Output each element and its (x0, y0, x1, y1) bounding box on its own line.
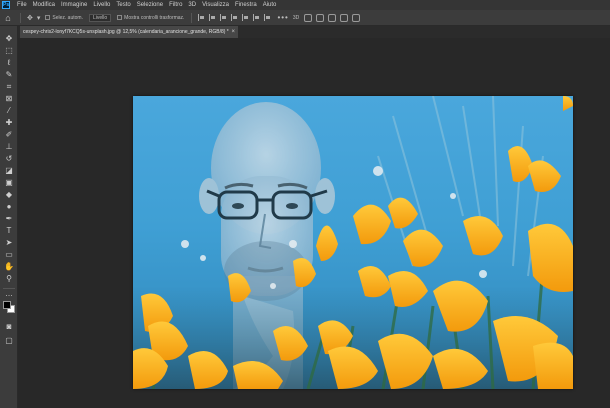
auto-select-label: Selez. autom. (52, 14, 83, 21)
dodge-tool-icon[interactable]: ● (3, 202, 15, 212)
divider (191, 12, 193, 23)
foreground-color-swatch[interactable] (3, 301, 11, 309)
marquee-tool-icon[interactable]: ⬚ (3, 46, 15, 56)
home-icon[interactable]: ⌂ (0, 10, 16, 26)
menu-filtro[interactable]: Filtro (166, 2, 185, 8)
screen-mode-icon[interactable]: ▢ (3, 336, 15, 346)
history-brush-tool-icon[interactable]: ↺ (3, 154, 15, 164)
brush-tool-icon[interactable]: ✐ (3, 130, 15, 140)
slide-3d-icon[interactable] (340, 13, 349, 22)
distribute-icon[interactable] (264, 14, 271, 21)
menu-3d[interactable]: 3D (185, 2, 199, 8)
align-bottom-icon[interactable] (253, 14, 260, 21)
menu-finestra[interactable]: Finestra (232, 2, 260, 8)
double-exposure-photo[interactable] (133, 96, 573, 389)
menu-aiuto[interactable]: Aiuto (260, 2, 280, 8)
quick-select-tool-icon[interactable]: ✎ (3, 70, 15, 80)
quick-mask-icon[interactable]: ◙ (3, 322, 15, 332)
align-left-icon[interactable] (198, 14, 205, 21)
move-tool-preset-icon[interactable]: ✥ (27, 14, 33, 22)
more-options-button[interactable]: ••• (277, 13, 288, 22)
align-center-horizontal-icon[interactable] (209, 14, 216, 21)
show-transform-label: Mostra controlli trasformaz. (124, 14, 185, 21)
hand-tool-icon[interactable]: ✋ (3, 262, 15, 272)
menu-modifica[interactable]: Modifica (30, 2, 58, 8)
crop-tool-icon[interactable]: ⌗ (3, 82, 15, 92)
chevron-down-icon[interactable]: ▾ (37, 14, 41, 22)
shape-tool-icon[interactable]: ▭ (3, 250, 15, 260)
clone-stamp-tool-icon[interactable]: ⊥ (3, 142, 15, 152)
document-tab-bar: cespey-chris2-lonyf7KCQ5s-unsplash.jpg @… (18, 26, 610, 38)
menu-immagine[interactable]: Immagine (58, 2, 90, 8)
align-buttons-group (196, 14, 273, 21)
3d-mode-label: 3D (292, 14, 300, 21)
path-select-tool-icon[interactable]: ➤ (3, 238, 15, 248)
canvas-workspace[interactable] (18, 38, 610, 408)
move-tool-icon[interactable]: ✥ (3, 34, 15, 44)
scale-3d-icon[interactable] (352, 13, 361, 22)
roll-3d-icon[interactable] (316, 13, 325, 22)
auto-select-checkbox[interactable] (45, 15, 51, 20)
eyedropper-tool-icon[interactable]: ⁄ (3, 106, 15, 116)
align-right-icon[interactable] (220, 14, 227, 21)
healing-brush-tool-icon[interactable]: ✚ (3, 118, 15, 128)
divider (20, 12, 21, 23)
document-tab-title: cespey-chris2-lonyf7KCQ5s-unsplash.jpg @… (23, 29, 229, 35)
menu-selezione[interactable]: Selezione (134, 2, 166, 8)
show-transform-checkbox[interactable] (117, 15, 123, 20)
menu-visualizza[interactable]: Visualizza (199, 2, 232, 8)
orbit-3d-icon[interactable] (304, 13, 313, 22)
gradient-tool-icon[interactable]: ▣ (3, 178, 15, 188)
menu-file[interactable]: File (14, 2, 30, 8)
zoom-tool-icon[interactable]: ⚲ (3, 274, 15, 284)
menu-livello[interactable]: Livello (90, 2, 113, 8)
pan-3d-icon[interactable] (328, 13, 337, 22)
align-top-icon[interactable] (231, 14, 238, 21)
document-tab[interactable]: cespey-chris2-lonyf7KCQ5s-unsplash.jpg @… (20, 26, 238, 38)
extra-tools-icon[interactable]: … (3, 289, 15, 299)
frame-tool-icon[interactable]: ⊠ (3, 94, 15, 104)
align-middle-vertical-icon[interactable] (242, 14, 249, 21)
menu-testo[interactable]: Testo (113, 2, 133, 8)
auto-select-target-dropdown[interactable]: Livello (88, 13, 112, 22)
photoshop-logo-icon[interactable]: Ps (2, 1, 10, 9)
close-icon[interactable]: × (231, 26, 235, 38)
pen-tool-icon[interactable]: ✒ (3, 214, 15, 224)
tools-panel: ✥ ⬚ ℓ ✎ ⌗ ⊠ ⁄ ✚ ✐ ⊥ ↺ ◪ ▣ ◆ ● ✒ T ➤ ▭ ✋ … (0, 26, 18, 408)
photo-artwork (133, 96, 573, 389)
menu-bar: Ps File Modifica Immagine Livello Testo … (0, 0, 610, 10)
eraser-tool-icon[interactable]: ◪ (3, 166, 15, 176)
type-tool-icon[interactable]: T (3, 226, 15, 236)
lasso-tool-icon[interactable]: ℓ (3, 58, 15, 68)
options-bar: ⌂ ✥ ▾ Selez. autom. Livello Mostra contr… (0, 10, 610, 26)
blur-tool-icon[interactable]: ◆ (3, 190, 15, 200)
